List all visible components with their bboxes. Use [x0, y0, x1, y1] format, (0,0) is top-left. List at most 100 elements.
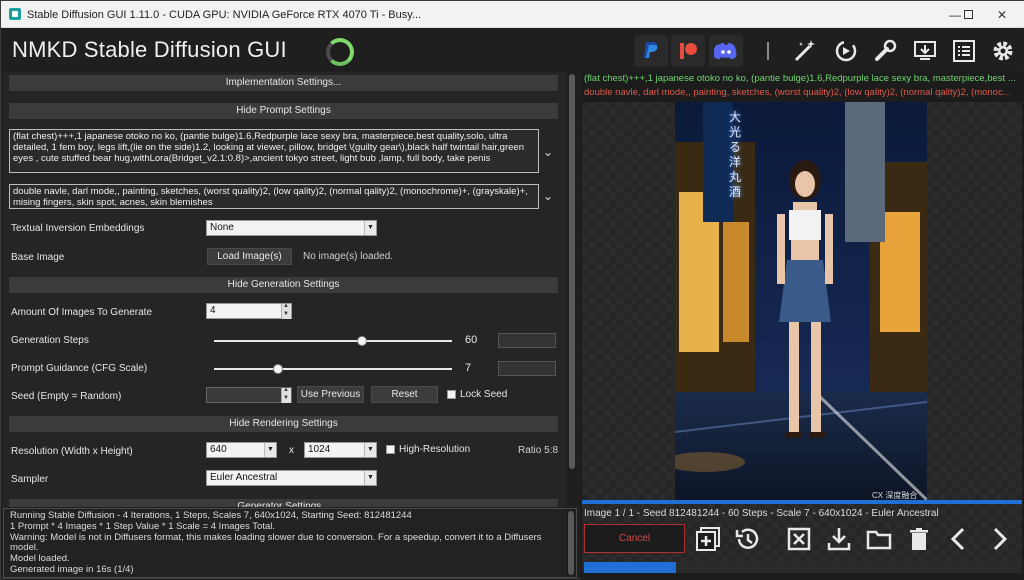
- image-progress-strip: [582, 500, 1022, 504]
- log-box: Running Stable Diffusion - 4 Iterations,…: [3, 508, 577, 578]
- steps-slider-thumb[interactable]: [356, 336, 367, 346]
- busy-spinner-icon: [326, 38, 354, 66]
- history-icon[interactable]: [732, 524, 762, 554]
- height-select[interactable]: 1024 ▼: [304, 442, 377, 458]
- rendering-settings-toggle[interactable]: Hide Rendering Settings: [9, 416, 558, 432]
- dropdown-arrow-icon: ▼: [264, 443, 276, 457]
- patreon-icon[interactable]: [671, 35, 705, 67]
- width-select[interactable]: 640 ▼: [206, 442, 277, 458]
- magic-wand-icon[interactable]: [788, 35, 822, 67]
- delete-trash-icon[interactable]: [904, 524, 934, 554]
- open-folder-icon[interactable]: [864, 524, 894, 554]
- cfg-slider-track[interactable]: [214, 368, 452, 370]
- settings-panel: Implementation Settings... Hide Prompt S…: [3, 72, 577, 507]
- app-icon: [9, 8, 21, 20]
- title-bar: Stable Diffusion GUI 1.11.0 - CUDA GPU: …: [1, 1, 1024, 28]
- generation-progress-bar: [584, 562, 1020, 573]
- amount-input[interactable]: 4: [206, 303, 292, 319]
- wrench-icon[interactable]: [869, 35, 903, 67]
- lock-seed-checkbox[interactable]: [447, 390, 456, 399]
- steps-value: 60: [465, 334, 478, 346]
- aspect-ratio-label: Ratio 5:8: [518, 445, 559, 456]
- save-download-icon[interactable]: [824, 524, 854, 554]
- sampler-select[interactable]: Euler Ancestral ▼: [206, 470, 377, 486]
- close-image-icon[interactable]: [784, 524, 814, 554]
- seed-input[interactable]: [206, 387, 292, 403]
- seed-spinner[interactable]: [281, 387, 291, 403]
- width-value: 640: [210, 444, 227, 455]
- sign-char: 酒: [729, 185, 742, 199]
- prompt-settings-toggle[interactable]: Hide Prompt Settings: [9, 103, 558, 119]
- scrollbar-thumb[interactable]: [569, 74, 575, 469]
- log-scrollbar[interactable]: [566, 509, 576, 577]
- discord-icon[interactable]: [709, 35, 743, 67]
- neon-sign: 大 光 る 洋 丸 酒: [729, 110, 747, 200]
- reset-seed-button[interactable]: Reset: [371, 386, 438, 403]
- sign-char: 丸: [729, 170, 742, 184]
- sampler-value: Euler Ancestral: [210, 472, 278, 483]
- add-to-queue-icon[interactable]: [693, 524, 723, 554]
- expand-negative-chevron-icon[interactable]: ⌄: [541, 189, 555, 203]
- preview-prompt-text: (flat chest)+++,1 japanese otoko no ko, …: [584, 73, 1016, 84]
- height-value: 1024: [308, 444, 331, 455]
- amount-value: 4: [210, 305, 216, 316]
- embeddings-select[interactable]: None ▼: [206, 220, 377, 236]
- previous-image-icon[interactable]: [944, 524, 974, 554]
- implementation-settings-bar[interactable]: Implementation Settings...: [9, 75, 558, 91]
- log-line: model.: [10, 543, 39, 554]
- log-line: 1 Prompt * 4 Images * 1 Step Value * 1 S…: [10, 521, 276, 532]
- log-list-icon[interactable]: [947, 35, 981, 67]
- generator-settings-bar[interactable]: Generator Settings...: [9, 499, 558, 507]
- cfg-value: 7: [465, 362, 472, 374]
- paypal-icon[interactable]: [634, 35, 668, 67]
- sign-char: る: [729, 140, 742, 154]
- image-info: Image 1 / 1 - Seed 812481244 - 60 Steps …: [584, 508, 939, 519]
- app-header: NMKD Stable Diffusion GUI: [1, 29, 1024, 71]
- lock-seed-label: Lock Seed: [460, 389, 508, 400]
- cfg-label: Prompt Guidance (CFG Scale): [11, 363, 148, 374]
- amount-spinner[interactable]: [281, 303, 291, 319]
- log-line: Generated image in 16s (1/4): [10, 564, 134, 575]
- log-line: Model loaded.: [10, 554, 70, 565]
- high-resolution-label: High-Resolution: [399, 444, 471, 455]
- dropdown-arrow-icon: ▼: [364, 221, 376, 235]
- close-icon[interactable]: ✕: [979, 1, 1024, 28]
- high-resolution-checkbox[interactable]: [386, 445, 395, 454]
- base-image-label: Base Image: [11, 252, 65, 263]
- settings-gear-icon[interactable]: [986, 35, 1020, 67]
- cancel-button[interactable]: Cancel: [584, 524, 685, 553]
- next-image-icon[interactable]: [984, 524, 1014, 554]
- sampler-label: Sampler: [11, 474, 49, 485]
- use-previous-seed-button[interactable]: Use Previous: [297, 386, 364, 403]
- generation-settings-toggle[interactable]: Hide Generation Settings: [9, 277, 558, 293]
- resolution-label: Resolution (Width x Height): [11, 446, 133, 457]
- window-title: Stable Diffusion GUI 1.11.0 - CUDA GPU: …: [27, 9, 422, 21]
- steps-slider-track[interactable]: [214, 340, 452, 342]
- cfg-custom-input[interactable]: [498, 361, 556, 376]
- embeddings-label: Textual Inversion Embeddings: [11, 223, 145, 234]
- cycle-icon[interactable]: [829, 35, 863, 67]
- seed-label: Seed (Empty = Random): [11, 391, 122, 402]
- log-line: Warning: Model is not in Diffusers forma…: [10, 532, 542, 543]
- expand-prompt-chevron-icon[interactable]: ⌄: [541, 145, 555, 159]
- install-icon[interactable]: [908, 35, 942, 67]
- amount-label: Amount Of Images To Generate: [11, 307, 153, 318]
- load-images-button[interactable]: Load Image(s): [207, 248, 292, 265]
- settings-scrollbar[interactable]: [567, 72, 577, 507]
- app-title: NMKD Stable Diffusion GUI: [12, 37, 287, 62]
- generated-image: [675, 102, 927, 500]
- preview-negative-text: double navle, darl mode,, painting, sket…: [584, 87, 1011, 98]
- sign-char: 洋: [729, 155, 742, 169]
- app-window: Stable Diffusion GUI 1.11.0 - CUDA GPU: …: [0, 0, 1024, 580]
- steps-label: Generation Steps: [11, 335, 89, 346]
- base-image-status: No image(s) loaded.: [303, 251, 394, 262]
- log-line: Running Stable Diffusion - 4 Iterations,…: [10, 511, 412, 521]
- negative-prompt-input[interactable]: double navle, darl mode,, painting, sket…: [9, 184, 539, 209]
- toolbar-separator: [767, 42, 769, 60]
- sign-char: 光: [729, 125, 742, 139]
- prompt-input[interactable]: (flat chest)+++,1 japanese otoko no ko, …: [9, 129, 539, 173]
- cfg-slider-thumb[interactable]: [273, 364, 284, 374]
- scrollbar-thumb[interactable]: [568, 511, 574, 575]
- dropdown-arrow-icon: ▼: [364, 443, 376, 457]
- steps-custom-input[interactable]: [498, 333, 556, 348]
